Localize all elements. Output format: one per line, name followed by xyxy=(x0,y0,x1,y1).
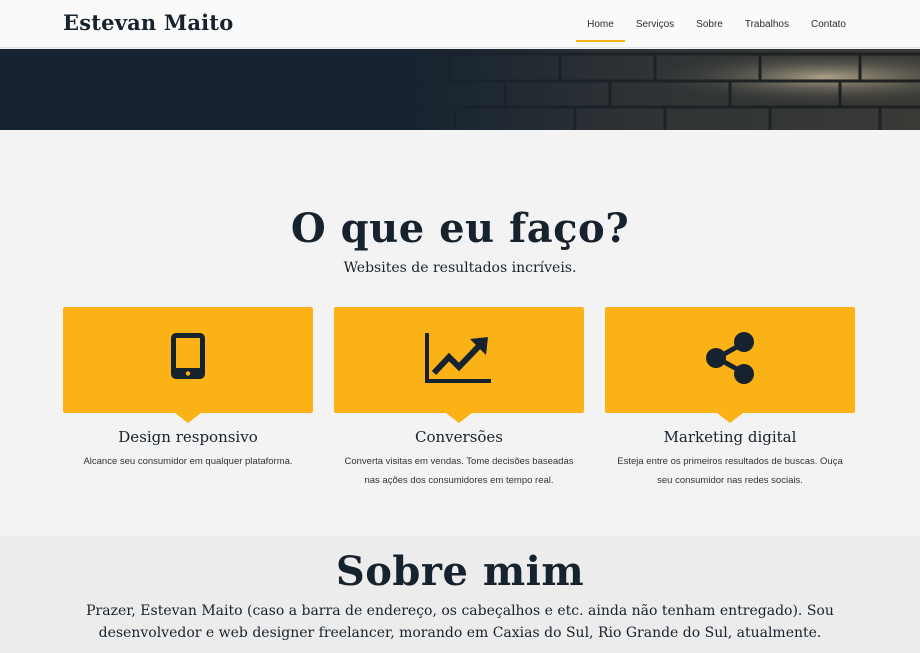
service-title: Marketing digital xyxy=(663,428,797,446)
nav-item-servicos[interactable]: Serviços xyxy=(625,0,685,42)
about-paragraph: Prazer, Estevan Maito (caso a barra de e… xyxy=(86,603,834,641)
brand-logo[interactable]: Estevan Maito xyxy=(63,10,233,35)
nav-item-sobre[interactable]: Sobre xyxy=(685,0,734,42)
about-section: Sobre mim Prazer, Estevan Maito (caso a … xyxy=(0,536,920,653)
service-title: Conversões xyxy=(415,428,503,446)
services-section: O que eu faço? Websites de resultados in… xyxy=(0,130,920,536)
tablet-icon xyxy=(171,333,205,379)
share-icon xyxy=(706,332,754,384)
nav-item-trabalhos[interactable]: Trabalhos xyxy=(734,0,800,42)
brick-wall-image xyxy=(0,49,920,130)
top-navbar: Estevan Maito Home Serviços Sobre Trabal… xyxy=(0,0,920,48)
service-description: Esteja entre os primeiros resultados de … xyxy=(617,456,843,486)
chart-line-icon xyxy=(425,333,491,383)
service-title: Design responsivo xyxy=(118,428,258,446)
services-heading: O que eu faço? xyxy=(290,205,630,252)
service-card-marketing xyxy=(605,307,855,423)
services-subtitle: Websites de resultados incríveis. xyxy=(343,260,577,276)
about-heading: Sobre mim xyxy=(335,548,585,595)
hero-banner xyxy=(0,49,920,130)
main-nav: Home Serviços Sobre Trabalhos Contato xyxy=(576,0,857,48)
service-card-responsive xyxy=(63,307,313,423)
nav-item-home[interactable]: Home xyxy=(576,0,625,42)
service-card-conversions xyxy=(334,307,584,423)
service-description: Converta visitas em vendas. Tome decisõe… xyxy=(344,456,574,486)
nav-item-contato[interactable]: Contato xyxy=(800,0,857,42)
service-description: Alcance seu consumidor em qualquer plata… xyxy=(83,456,293,467)
